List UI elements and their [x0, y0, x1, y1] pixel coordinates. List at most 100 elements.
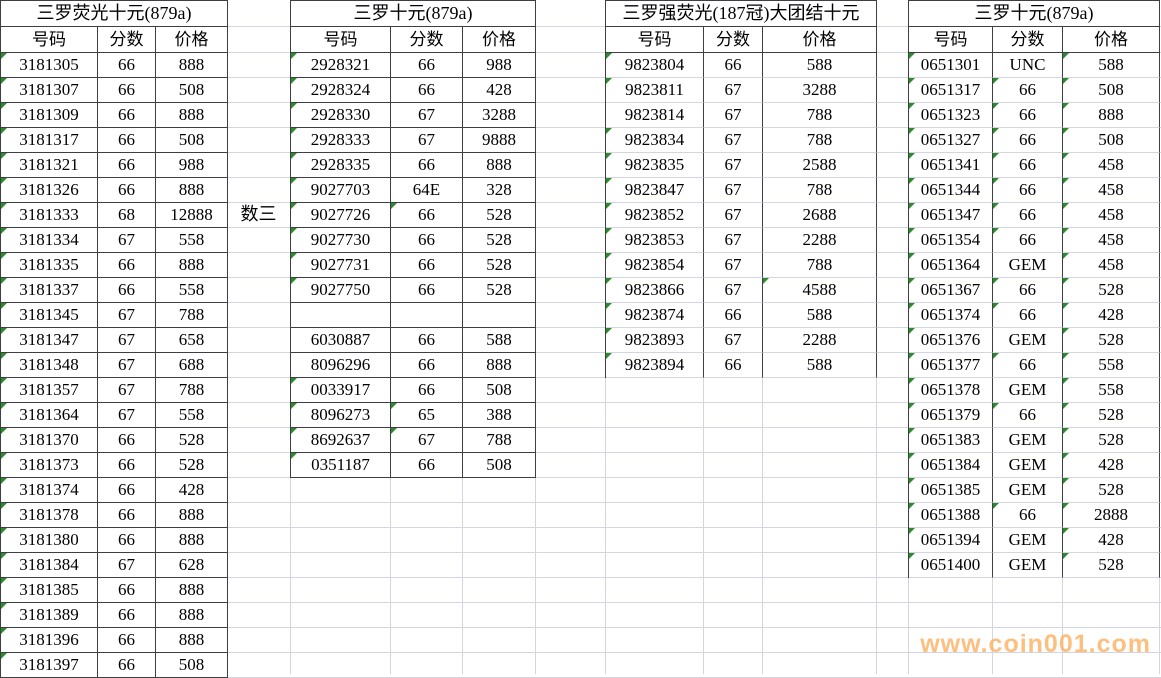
- cell-number[interactable]: 8096296: [291, 353, 391, 378]
- cell-score[interactable]: 67: [98, 553, 156, 578]
- cell-number[interactable]: 3181321: [1, 153, 98, 178]
- cell-price[interactable]: 588: [763, 353, 877, 378]
- cell-score[interactable]: 66: [391, 378, 463, 403]
- cell-score[interactable]: 66: [704, 303, 763, 328]
- cell-number[interactable]: 0651376: [909, 328, 993, 353]
- cell-price[interactable]: 528: [1063, 553, 1160, 578]
- cell-score[interactable]: 67: [704, 228, 763, 253]
- cell-score[interactable]: 66: [993, 503, 1063, 528]
- cell-price[interactable]: 12888: [156, 203, 228, 228]
- cell-number[interactable]: 9823811: [606, 78, 704, 103]
- cell-price[interactable]: 4588: [763, 278, 877, 303]
- cell-number[interactable]: 9027730: [291, 228, 391, 253]
- cell-number[interactable]: 0651341: [909, 153, 993, 178]
- cell-number[interactable]: 6030887: [291, 328, 391, 353]
- cell-price[interactable]: 788: [763, 178, 877, 203]
- cell-score[interactable]: 66: [98, 578, 156, 603]
- cell-price[interactable]: 458: [1063, 228, 1160, 253]
- cell-price[interactable]: 328: [463, 178, 536, 203]
- table-title[interactable]: 三罗强荧光(187冠)大团结十元: [606, 1, 877, 27]
- cell-price[interactable]: 528: [1063, 328, 1160, 353]
- cell-score[interactable]: 67: [98, 303, 156, 328]
- cell-number[interactable]: 3181364: [1, 403, 98, 428]
- header-cell-score[interactable]: 分数: [704, 27, 763, 53]
- header-cell-score[interactable]: 分数: [391, 27, 463, 53]
- cell-score[interactable]: 66: [391, 228, 463, 253]
- cell-price[interactable]: 528: [463, 203, 536, 228]
- cell-number[interactable]: 2928333: [291, 128, 391, 153]
- table-title[interactable]: 三罗荧光十元(879a): [1, 1, 228, 27]
- cell-price[interactable]: 788: [763, 103, 877, 128]
- cell-score[interactable]: 67: [704, 153, 763, 178]
- cell-number[interactable]: 0651378: [909, 378, 993, 403]
- cell-score[interactable]: GEM: [993, 328, 1063, 353]
- cell-score[interactable]: 66: [993, 403, 1063, 428]
- cell-number[interactable]: 0651384: [909, 453, 993, 478]
- cell-price[interactable]: 888: [156, 628, 228, 653]
- cell-price[interactable]: 508: [156, 128, 228, 153]
- cell-score[interactable]: GEM: [993, 378, 1063, 403]
- cell-price[interactable]: 528: [1063, 478, 1160, 503]
- cell-number[interactable]: 0651364: [909, 253, 993, 278]
- header-cell-number[interactable]: 号码: [1, 27, 98, 53]
- cell-number[interactable]: 0651323: [909, 103, 993, 128]
- cell-price[interactable]: 388: [463, 403, 536, 428]
- cell-number[interactable]: 3181317: [1, 128, 98, 153]
- cell-score[interactable]: 67: [704, 328, 763, 353]
- cell-number[interactable]: 0651379: [909, 403, 993, 428]
- cell-score[interactable]: 68: [98, 203, 156, 228]
- cell-price[interactable]: 508: [1063, 78, 1160, 103]
- cell-price[interactable]: 508: [156, 653, 228, 678]
- cell-number[interactable]: 9823893: [606, 328, 704, 353]
- cell-number[interactable]: [291, 303, 391, 328]
- cell-number[interactable]: 9823847: [606, 178, 704, 203]
- cell-price[interactable]: 988: [463, 53, 536, 78]
- cell-score[interactable]: 66: [993, 228, 1063, 253]
- cell-number[interactable]: 3181396: [1, 628, 98, 653]
- cell-score[interactable]: 67: [98, 353, 156, 378]
- cell-score[interactable]: 66: [391, 253, 463, 278]
- cell-price[interactable]: 888: [156, 528, 228, 553]
- cell-score[interactable]: 66: [98, 653, 156, 678]
- cell-number[interactable]: 0351187: [291, 453, 391, 478]
- cell-number[interactable]: 2928335: [291, 153, 391, 178]
- cell-price[interactable]: 558: [156, 403, 228, 428]
- cell-number[interactable]: 8692637: [291, 428, 391, 453]
- cell-price[interactable]: 628: [156, 553, 228, 578]
- cell-number[interactable]: 9823866: [606, 278, 704, 303]
- cell-score[interactable]: 66: [993, 203, 1063, 228]
- cell-score[interactable]: 66: [993, 153, 1063, 178]
- cell-score[interactable]: UNC: [993, 53, 1063, 78]
- cell-number[interactable]: 3181305: [1, 53, 98, 78]
- cell-price[interactable]: 558: [156, 228, 228, 253]
- cell-price[interactable]: 528: [1063, 403, 1160, 428]
- cell-price[interactable]: 888: [156, 603, 228, 628]
- cell-price[interactable]: 888: [156, 253, 228, 278]
- cell-number[interactable]: 9823835: [606, 153, 704, 178]
- cell-score[interactable]: 67: [704, 103, 763, 128]
- cell-number[interactable]: 9027703: [291, 178, 391, 203]
- cell-score[interactable]: 66: [391, 353, 463, 378]
- cell-price[interactable]: 508: [156, 78, 228, 103]
- cell-number[interactable]: 3181385: [1, 578, 98, 603]
- cell-price[interactable]: 458: [1063, 203, 1160, 228]
- cell-price[interactable]: 888: [156, 578, 228, 603]
- cell-price[interactable]: 588: [763, 53, 877, 78]
- cell-price[interactable]: 588: [463, 328, 536, 353]
- cell-score[interactable]: 66: [391, 453, 463, 478]
- cell-price[interactable]: 528: [463, 278, 536, 303]
- cell-price[interactable]: 788: [763, 253, 877, 278]
- cell-score[interactable]: 67: [391, 428, 463, 453]
- cell-number[interactable]: 9027750: [291, 278, 391, 303]
- cell-score[interactable]: GEM: [993, 478, 1063, 503]
- cell-price[interactable]: 558: [156, 278, 228, 303]
- cell-score[interactable]: 66: [993, 103, 1063, 128]
- cell-price[interactable]: 888: [156, 503, 228, 528]
- cell-number[interactable]: 3181397: [1, 653, 98, 678]
- cell-score[interactable]: GEM: [993, 428, 1063, 453]
- header-cell-price[interactable]: 价格: [1063, 27, 1160, 53]
- cell-price[interactable]: 528: [463, 253, 536, 278]
- cell-number[interactable]: 3181384: [1, 553, 98, 578]
- cell-score[interactable]: 66: [98, 53, 156, 78]
- cell-number[interactable]: 2928330: [291, 103, 391, 128]
